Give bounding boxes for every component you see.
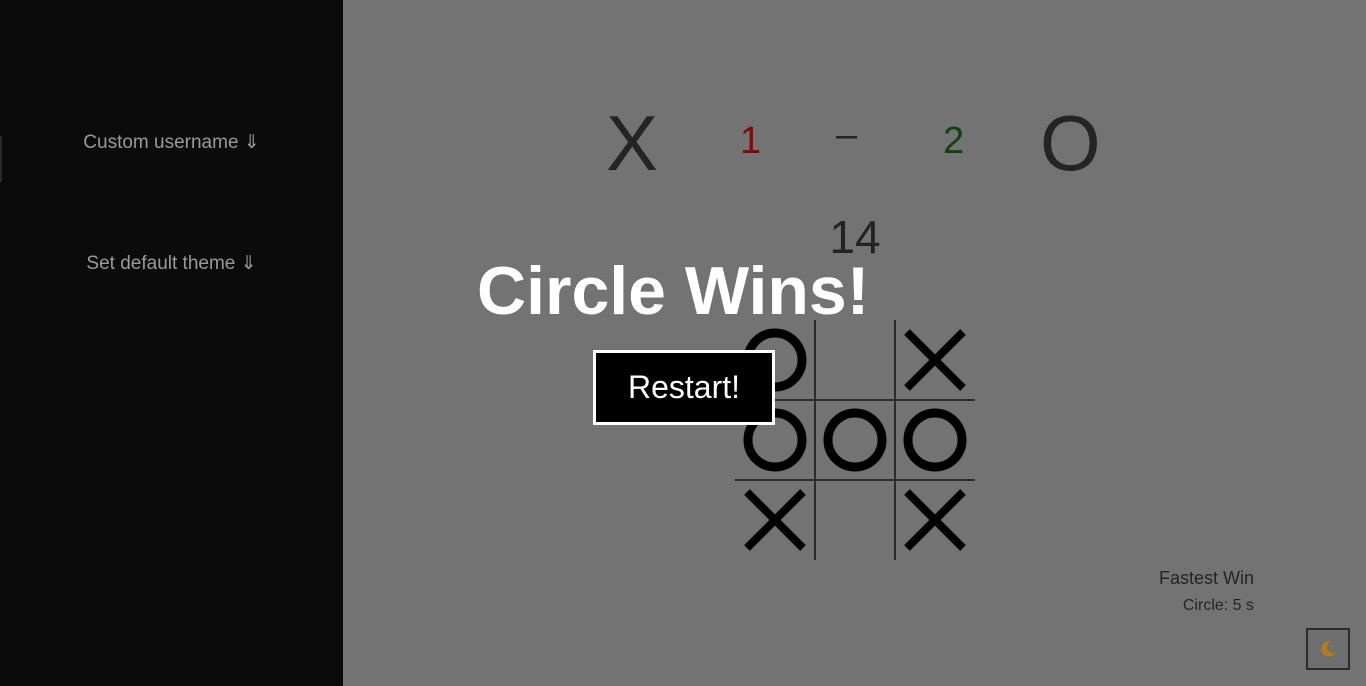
moon-icon: [1321, 640, 1336, 657]
cross-mark: [904, 489, 966, 551]
circle-mark: [823, 408, 887, 472]
cross-mark: [744, 489, 806, 551]
board-cell-7[interactable]: [735, 480, 815, 560]
fastest-win-record: Circle: 5 s: [1182, 597, 1254, 614]
scoreboard: X 1 – 2 O: [0, 99, 1366, 187]
cross-mark: [904, 329, 966, 391]
theme-toggle-button[interactable]: [1306, 628, 1350, 670]
score-separator: –: [836, 114, 858, 156]
board-cell-6[interactable]: [895, 400, 975, 480]
restart-button[interactable]: Restart!: [593, 350, 775, 425]
player-x-symbol: X: [606, 99, 659, 187]
player-o-symbol: O: [1040, 99, 1101, 187]
score-x: 1: [740, 120, 762, 162]
score-o: 2: [943, 120, 965, 162]
win-message: Circle Wins!: [477, 253, 870, 329]
sidebar-item-default-theme[interactable]: Set default theme ⇓: [0, 252, 343, 275]
board-cell-2[interactable]: [815, 320, 895, 400]
board-cell-9[interactable]: [895, 480, 975, 560]
circle-mark: [903, 408, 967, 472]
board-cell-5[interactable]: [815, 400, 895, 480]
board-cell-8[interactable]: [815, 480, 895, 560]
fastest-win-title: Fastest Win: [1158, 568, 1254, 588]
board-cell-3[interactable]: [895, 320, 975, 400]
